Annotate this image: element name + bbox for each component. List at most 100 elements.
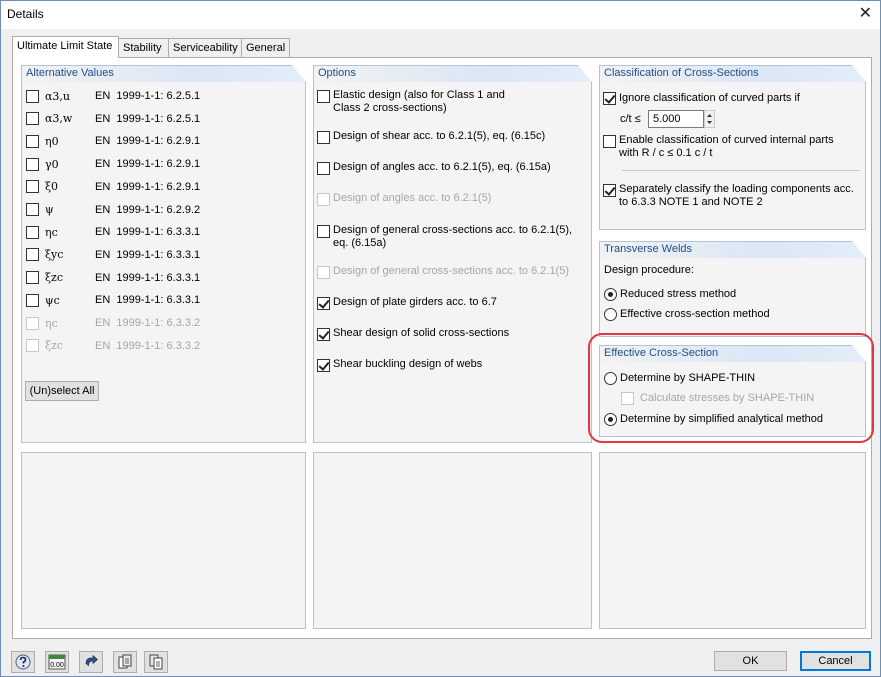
reset-icon <box>85 654 98 667</box>
ignore-curved-checkbox[interactable] <box>603 91 616 105</box>
alt-value-symbol: γ0 <box>45 157 59 171</box>
alternative-values-lower-panel <box>21 452 306 629</box>
option-label: Design of general cross-sections acc. to… <box>333 224 573 249</box>
svg-text:0.00: 0.00 <box>50 662 64 669</box>
option-checkbox[interactable] <box>317 225 330 238</box>
option-item: Design of general cross-sections acc. to… <box>317 265 569 293</box>
tab-general[interactable]: General <box>241 38 290 57</box>
ok-button[interactable]: OK <box>714 651 787 671</box>
option-label: Design of general cross-sections acc. to… <box>333 265 570 277</box>
export-button[interactable] <box>113 651 137 673</box>
option-label: Design of shear acc. to 6.2.1(5), eq. (6… <box>333 130 546 142</box>
transverse-welds-group: Transverse Welds Design procedure: Reduc… <box>599 241 866 337</box>
effective-section-radio[interactable] <box>604 307 617 321</box>
option-checkbox[interactable] <box>317 359 330 372</box>
close-icon[interactable]: ✕ <box>859 5 872 23</box>
alt-value-row[interactable]: η0 EN 1999-1-1: 6.2.9.1 <box>26 132 200 150</box>
option-item[interactable]: Elastic design (also for Class 1 and Cla… <box>317 89 505 117</box>
alt-value-symbol: α3,w <box>45 112 73 126</box>
option-item[interactable]: Design of plate girders acc. to 6.7 <box>317 296 497 324</box>
alt-value-row[interactable]: ξ0 EN 1999-1-1: 6.2.9.1 <box>26 178 200 196</box>
alt-value-row[interactable]: ηc EN 1999-1-1: 6.3.3.1 <box>26 223 200 241</box>
option-checkbox[interactable] <box>317 131 330 144</box>
alt-value-checkbox[interactable] <box>26 180 39 194</box>
alt-value-checkbox[interactable] <box>26 225 39 239</box>
option-label: Shear buckling design of webs <box>333 358 483 370</box>
alt-value-row: ηc EN 1999-1-1: 6.3.3.2 <box>26 314 200 332</box>
alt-value-checkbox[interactable] <box>26 89 39 103</box>
option-item[interactable]: Shear buckling design of webs <box>317 358 482 386</box>
option-checkbox[interactable] <box>317 328 330 341</box>
units-button[interactable]: 0.00 <box>45 651 69 673</box>
option-checkbox[interactable] <box>317 297 330 310</box>
enable-curved-row[interactable]: Enable classification of curved internal… <box>603 134 834 162</box>
alt-value-symbol: ψc <box>45 293 60 307</box>
alt-value-checkbox[interactable] <box>26 112 39 126</box>
alt-value-reference: EN 1999-1-1: 6.3.3.1 <box>95 271 201 284</box>
alt-value-checkbox[interactable] <box>26 293 39 307</box>
alternative-values-group: Alternative Values α3,u EN 1999-1-1: 6.2.… <box>21 65 306 443</box>
option-checkbox <box>317 266 330 279</box>
alt-value-reference: EN 1999-1-1: 6.3.3.1 <box>95 294 201 307</box>
alt-value-symbol: ηc <box>45 316 58 330</box>
option-checkbox[interactable] <box>317 90 330 103</box>
alt-value-symbol: ψ <box>45 203 54 216</box>
unselect-all-button[interactable]: (Un)select All <box>25 381 99 401</box>
alt-value-checkbox[interactable] <box>26 271 39 285</box>
alt-value-row[interactable]: ξyc EN 1999-1-1: 6.3.3.1 <box>26 246 200 264</box>
import-icon <box>149 654 163 670</box>
option-item[interactable]: Shear design of solid cross-sections <box>317 327 509 355</box>
tab-ultimate-limit-state[interactable]: Ultimate Limit State <box>12 36 119 58</box>
option-item[interactable]: Design of angles acc. to 6.2.1(5), eq. (… <box>317 161 551 189</box>
ignore-curved-row[interactable]: Ignore classification of curved parts if <box>603 89 800 107</box>
option-item[interactable]: Design of shear acc. to 6.2.1(5), eq. (6… <box>317 130 545 158</box>
alt-value-row[interactable]: α3,u EN 1999-1-1: 6.2.5.1 <box>26 87 200 105</box>
alt-value-row[interactable]: γ0 EN 1999-1-1: 6.2.9.1 <box>26 155 200 173</box>
option-item[interactable]: Design of general cross-sections acc. to… <box>317 224 572 252</box>
alt-value-reference: EN 1999-1-1: 6.2.9.1 <box>95 135 201 148</box>
units-icon: 0.00 <box>48 654 66 670</box>
alt-value-symbol: ξzc <box>45 339 64 353</box>
alt-value-reference: EN 1999-1-1: 6.3.3.2 <box>95 317 201 329</box>
alt-value-reference: EN 1999-1-1: 6.2.5.1 <box>95 90 201 102</box>
effective-section-label: Effective cross-section method <box>620 307 770 320</box>
option-item: Design of angles acc. to 6.2.1(5) <box>317 192 491 220</box>
alt-value-checkbox[interactable] <box>26 157 39 171</box>
reduced-stress-radio[interactable] <box>604 287 617 301</box>
alt-value-row[interactable]: ψc EN 1999-1-1: 6.3.3.1 <box>26 291 200 309</box>
reset-button[interactable] <box>79 651 103 673</box>
export-icon <box>118 654 132 669</box>
title-bar: Details ✕ <box>1 1 880 29</box>
ct-input[interactable]: 5.000 <box>648 110 704 128</box>
tab-serviceability[interactable]: Serviceability <box>168 38 242 57</box>
effective-section-option[interactable]: Effective cross-section method <box>604 305 770 323</box>
alt-value-checkbox[interactable] <box>26 134 39 148</box>
enable-curved-label: Enable classification of curved internal… <box>619 134 834 159</box>
separately-classify-checkbox[interactable] <box>603 184 616 197</box>
alt-value-reference: EN 1999-1-1: 6.3.3.1 <box>95 226 201 239</box>
alt-value-row[interactable]: ξzc EN 1999-1-1: 6.3.3.1 <box>26 269 200 287</box>
alt-value-checkbox[interactable] <box>26 248 39 262</box>
alt-value-symbol: η0 <box>45 134 59 148</box>
alt-value-row[interactable]: ψ EN 1999-1-1: 6.2.9.2 <box>26 201 200 219</box>
alt-value-checkbox[interactable] <box>26 203 39 216</box>
alt-value-row[interactable]: α3,w EN 1999-1-1: 6.2.5.1 <box>26 110 200 128</box>
separately-classify-row[interactable]: Separately classify the loading componen… <box>603 183 854 211</box>
cancel-button[interactable]: Cancel <box>800 651 871 671</box>
transverse-welds-header: Transverse Welds <box>600 241 866 258</box>
option-label: Shear design of solid cross-sections <box>333 327 510 339</box>
help-button[interactable] <box>11 651 35 673</box>
reduced-stress-option[interactable]: Reduced stress method <box>604 285 736 303</box>
options-group: Options Elastic design (also for Class 1… <box>313 65 592 443</box>
classification-header: Classification of Cross-Sections <box>600 65 866 82</box>
alt-value-reference: EN 1999-1-1: 6.3.3.1 <box>95 248 201 261</box>
tab-stability[interactable]: Stability <box>118 38 169 57</box>
alternative-values-header: Alternative Values <box>22 65 306 82</box>
import-button[interactable] <box>144 651 168 673</box>
alt-value-row: ξzc EN 1999-1-1: 6.3.3.2 <box>26 337 200 355</box>
ct-spinner-icon[interactable] <box>704 110 715 128</box>
enable-curved-checkbox[interactable] <box>603 135 616 148</box>
option-checkbox[interactable] <box>317 162 330 175</box>
alt-value-reference: EN 1999-1-1: 6.2.5.1 <box>95 112 201 125</box>
option-label: Design of angles acc. to 6.2.1(5), eq. (… <box>333 161 551 173</box>
